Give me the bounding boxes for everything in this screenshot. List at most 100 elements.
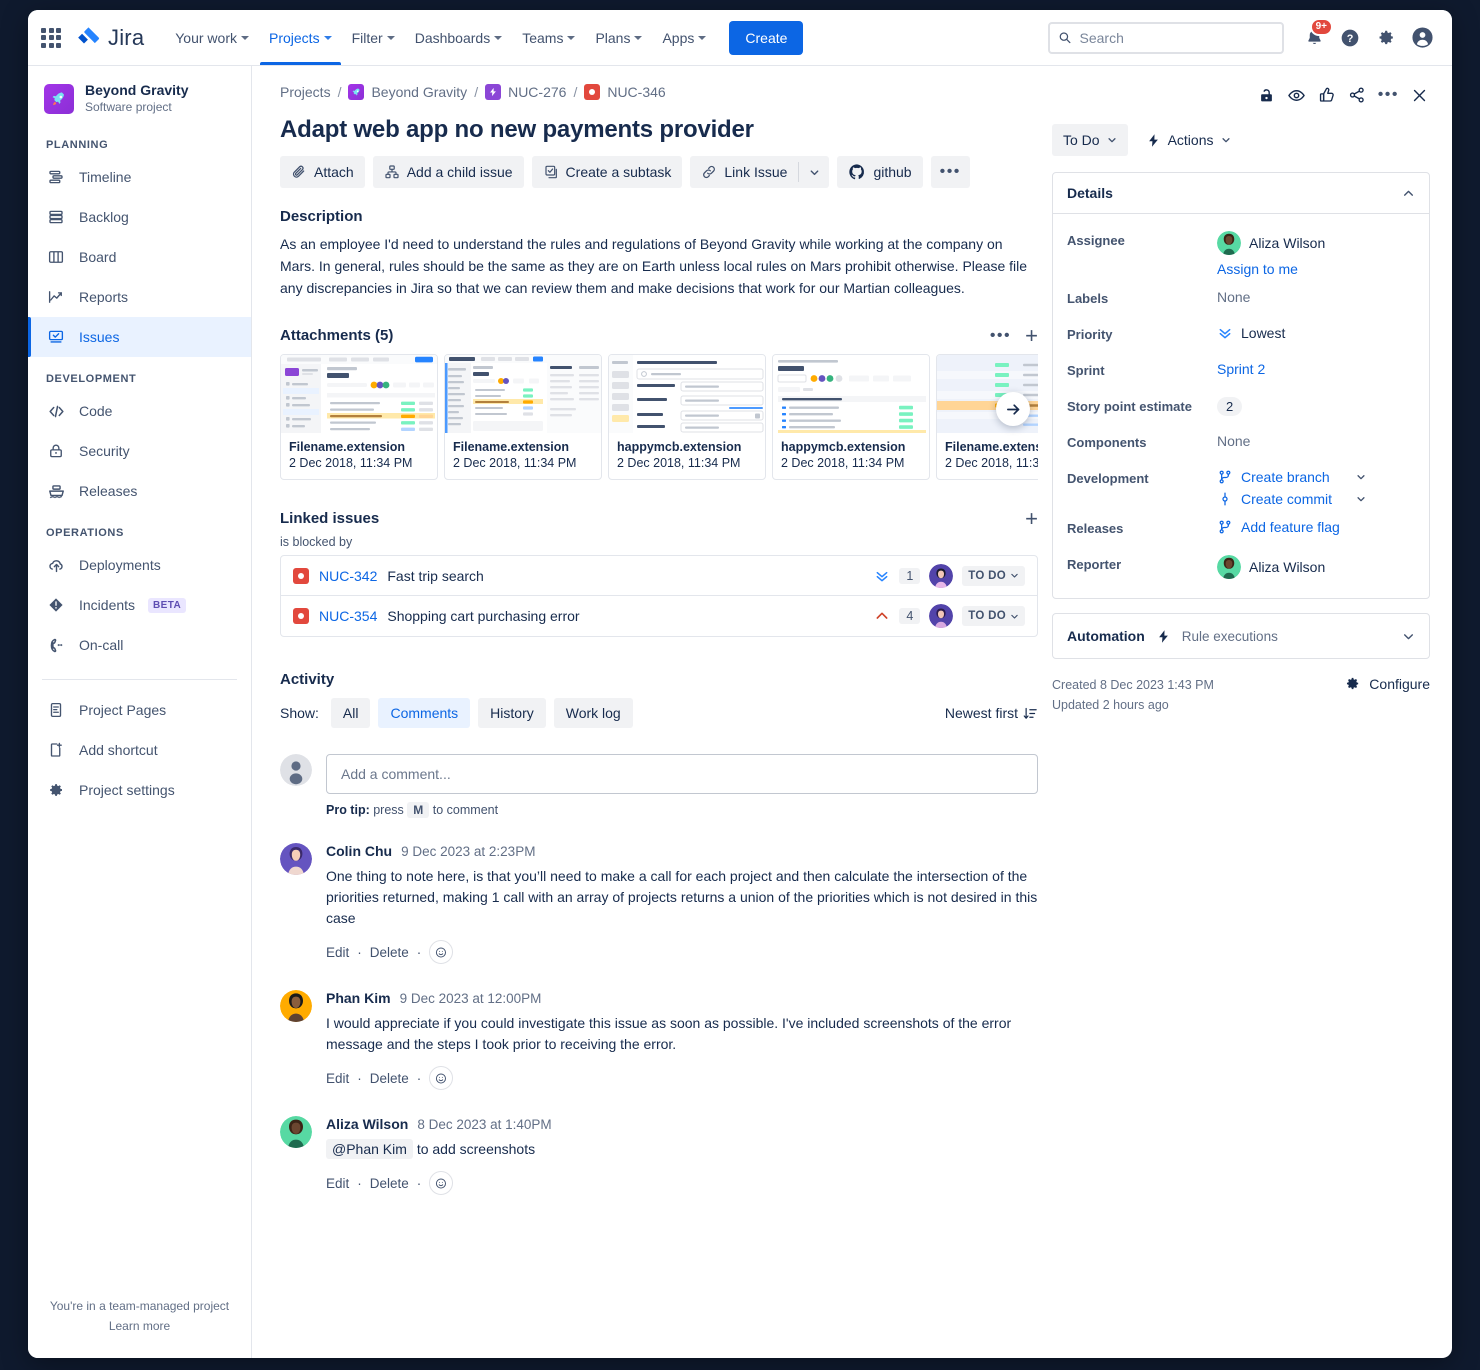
apps-grid-icon[interactable] [38,25,64,51]
sidebar-item-backlog[interactable]: Backlog [28,197,251,237]
learn-more-link[interactable]: Learn more [38,1316,241,1336]
nav-filter[interactable]: Filter [343,10,404,65]
sprint-value[interactable]: Sprint 2 [1217,361,1265,377]
sidebar-item-on-call[interactable]: On-call [28,625,251,665]
watch-eye-icon[interactable] [1287,86,1306,105]
sidebar-item-incidents[interactable]: Incidents BETA [28,585,251,625]
share-icon[interactable] [1348,86,1366,104]
comment-input[interactable]: Add a comment... [326,754,1038,794]
nav-plans[interactable]: Plans [586,10,651,65]
sidebar-item-board[interactable]: Board [28,237,251,277]
more-actions-button[interactable]: ••• [931,156,970,188]
breadcrumb-epic[interactable]: NUC-276 [508,84,566,100]
create-button[interactable]: Create [729,21,803,55]
search-input[interactable] [1080,30,1275,46]
sidebar-item-code[interactable]: Code [28,391,251,431]
create-branch-action[interactable]: Create branch [1217,469,1366,485]
add-reaction-button[interactable] [429,1066,453,1090]
comment-author[interactable]: Phan Kim [326,990,391,1006]
status-badge[interactable]: TO DO [962,566,1025,586]
add-child-issue-button[interactable]: Add a child issue [373,156,524,188]
chevron-down-icon[interactable] [1356,472,1366,482]
nav-your-work[interactable]: Your work [166,10,258,65]
reporter-value[interactable]: Aliza Wilson [1217,555,1325,579]
sidebar-item-issues[interactable]: Issues [28,317,251,357]
attachment-card[interactable]: Filename.extension 2 Dec 2018, 11:34 PM [444,354,602,480]
linked-issue-row[interactable]: NUC-354 Shopping cart purchasing error 4 [281,596,1037,636]
assignee-value[interactable]: Aliza Wilson [1217,231,1325,255]
attachments-more-icon[interactable]: ••• [990,331,1011,341]
sidebar-item-project-settings[interactable]: Project settings [28,770,251,810]
comment-edit-link[interactable]: Edit [326,1071,349,1086]
sidebar-item-deployments[interactable]: Deployments [28,545,251,585]
attachment-card[interactable]: Filename.extension 2 Dec 2018, 11:34 PM [280,354,438,480]
create-commit-action[interactable]: Create commit [1217,491,1366,507]
priority-value[interactable]: Lowest [1217,325,1285,341]
add-reaction-button[interactable] [429,940,453,964]
tab-all[interactable]: All [331,698,371,728]
sidebar-project-header[interactable]: Beyond Gravity Software project [28,66,251,123]
settings-button[interactable] [1370,22,1402,54]
breadcrumb-projects[interactable]: Projects [280,84,331,100]
comment-delete-link[interactable]: Delete [370,945,409,960]
nav-teams[interactable]: Teams [513,10,584,65]
issue-status-dropdown[interactable]: To Do [1052,124,1128,156]
mention-chip[interactable]: @Phan Kim [326,1139,413,1159]
github-button[interactable]: github [837,156,922,188]
labels-value[interactable]: None [1217,289,1250,305]
attachments-list[interactable]: Filename.extension 2 Dec 2018, 11:34 PM [280,354,1038,480]
comment-delete-link[interactable]: Delete [370,1071,409,1086]
nav-projects[interactable]: Projects [260,10,341,65]
linked-issue-row[interactable]: NUC-342 Fast trip search 1 [281,556,1037,596]
create-subtask-button[interactable]: Create a subtask [532,156,683,188]
details-panel-header[interactable]: Details [1053,173,1429,214]
profile-avatar-button[interactable] [1406,22,1438,54]
sort-order-button[interactable]: Newest first [945,705,1038,721]
close-icon[interactable] [1411,87,1428,104]
add-linked-issue-icon[interactable]: + [1025,511,1038,527]
chevron-down-icon[interactable] [1356,494,1366,504]
comment-edit-link[interactable]: Edit [326,1176,349,1191]
lock-icon[interactable] [1258,87,1275,104]
tab-history[interactable]: History [478,698,546,728]
add-feature-flag-action[interactable]: Add feature flag [1217,519,1340,535]
attachment-card[interactable]: happymcb.extension 2 Dec 2018, 11:34 PM [608,354,766,480]
sidebar-item-releases[interactable]: Releases [28,471,251,511]
assign-to-me-link[interactable]: Assign to me [1217,261,1325,277]
comment-author[interactable]: Aliza Wilson [326,1116,408,1132]
actions-dropdown[interactable]: Actions [1146,132,1231,148]
sidebar-item-project-pages[interactable]: Project Pages [28,690,251,730]
comment-edit-link[interactable]: Edit [326,945,349,960]
search-box[interactable] [1048,22,1284,54]
attach-button[interactable]: Attach [280,156,365,188]
breadcrumb-issue[interactable]: NUC-346 [607,84,665,100]
link-issue-dropdown[interactable] [799,156,829,188]
add-attachment-icon[interactable]: + [1025,328,1038,344]
jira-logo[interactable]: Jira [76,25,144,51]
more-icon[interactable]: ••• [1378,90,1399,100]
nav-dashboards[interactable]: Dashboards [406,10,512,65]
status-badge[interactable]: TO DO [962,606,1025,626]
notifications-button[interactable]: 9+ [1298,22,1330,54]
sidebar-item-reports[interactable]: Reports [28,277,251,317]
comment-author[interactable]: Colin Chu [326,843,392,859]
story-points-value[interactable]: 2 [1217,397,1242,416]
link-issue-button[interactable]: Link Issue [690,156,798,188]
tab-work-log[interactable]: Work log [554,698,633,728]
attachment-card[interactable]: happymcb.extension 2 Dec 2018, 11:34 PM [772,354,930,480]
help-button[interactable]: ? [1334,22,1366,54]
configure-button[interactable]: Configure [1344,675,1430,692]
automation-header[interactable]: Automation Rule executions [1053,614,1429,658]
linked-issue-key[interactable]: NUC-354 [319,608,377,624]
sidebar-item-add-shortcut[interactable]: Add shortcut [28,730,251,770]
linked-issue-key[interactable]: NUC-342 [319,568,377,584]
attachments-next-button[interactable] [996,392,1030,426]
add-reaction-button[interactable] [429,1171,453,1195]
sidebar-item-security[interactable]: Security [28,431,251,471]
components-value[interactable]: None [1217,433,1250,449]
thumbs-up-icon[interactable] [1318,86,1336,104]
nav-apps[interactable]: Apps [653,10,715,65]
comment-delete-link[interactable]: Delete [370,1176,409,1191]
tab-comments[interactable]: Comments [378,698,470,728]
breadcrumb-project[interactable]: Beyond Gravity [371,84,467,100]
